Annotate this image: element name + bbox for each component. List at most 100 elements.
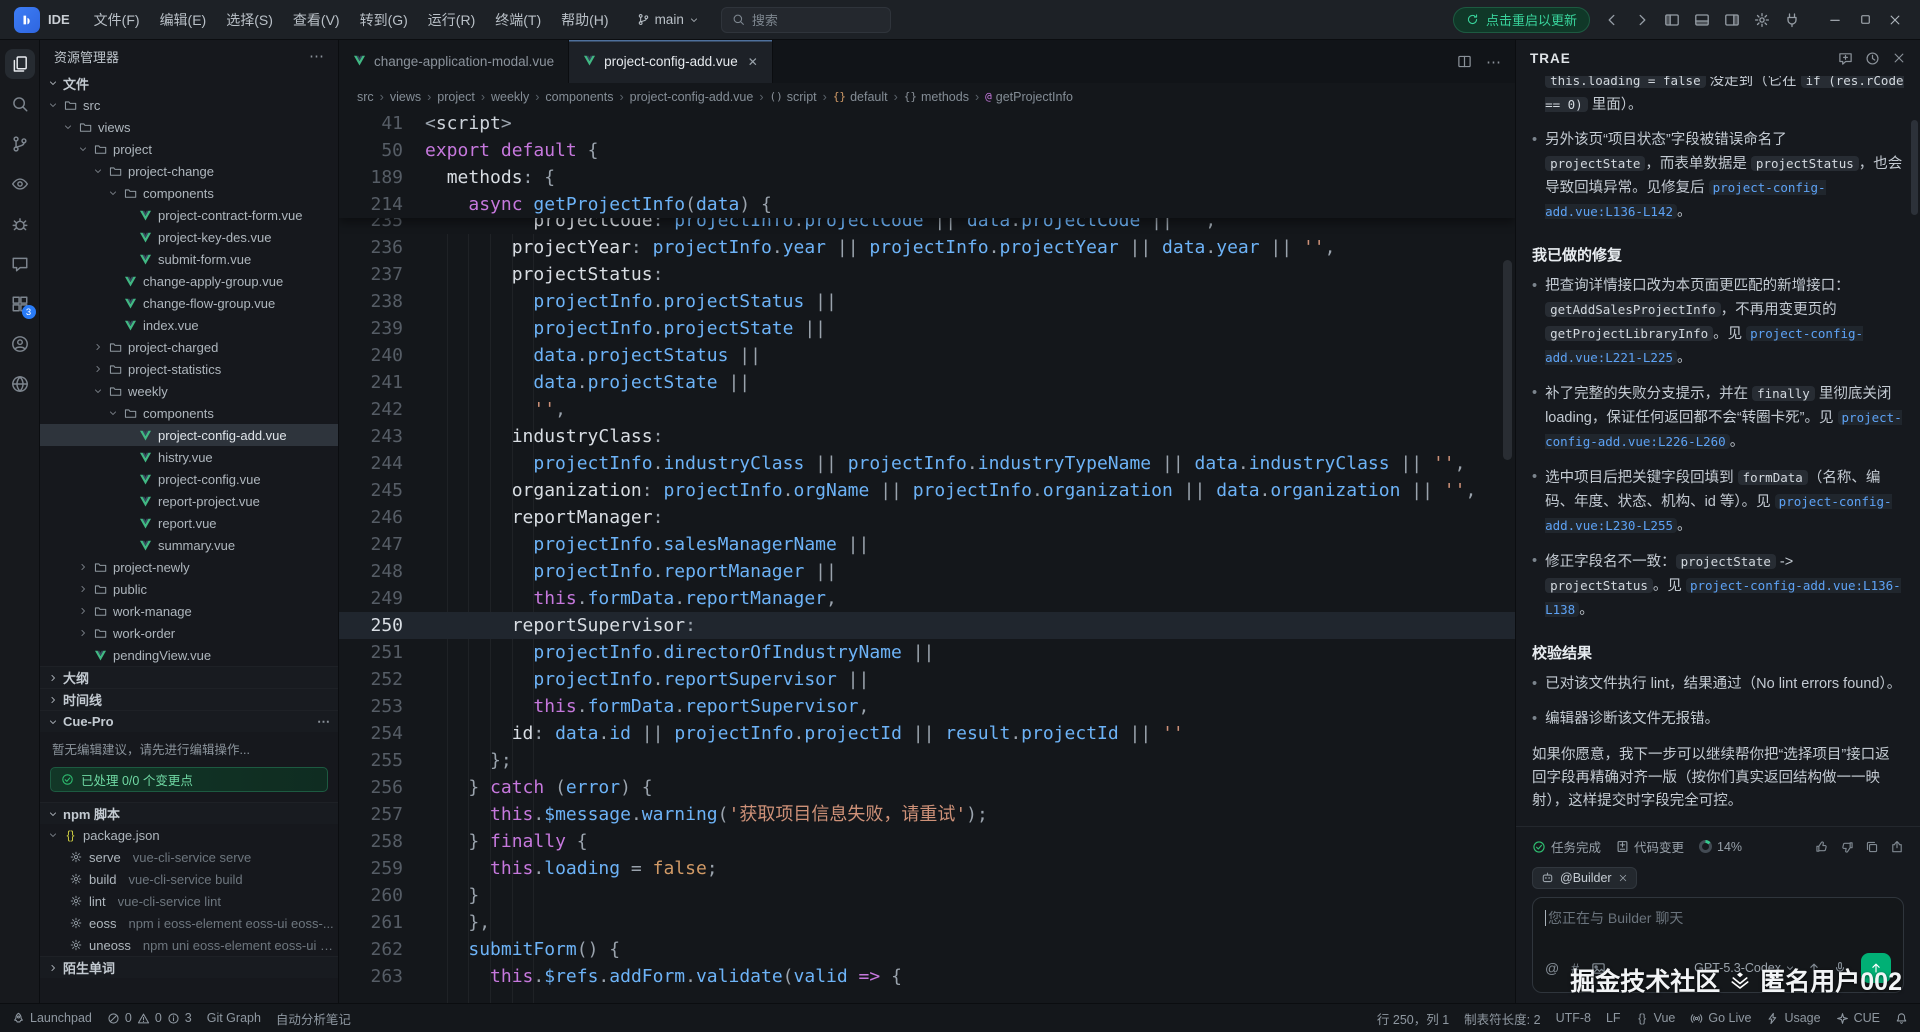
close-window-button[interactable] xyxy=(1880,0,1910,40)
new-chat-icon[interactable] xyxy=(1838,51,1853,66)
cuepro-more-actions-icon[interactable]: ⋯ xyxy=(317,714,330,730)
tree-item-src[interactable]: src xyxy=(40,94,338,116)
activity-item-debug[interactable] xyxy=(0,204,40,244)
code-editor[interactable]: 41<script>50export default {189 methods:… xyxy=(339,110,1515,1003)
git-graph-button[interactable]: Git Graph xyxy=(207,1011,261,1025)
tree-item-change-flow-group.vue[interactable]: change-flow-group.vue xyxy=(40,292,338,314)
sidebar-more-actions-icon[interactable]: ⋯ xyxy=(309,47,324,65)
statusbar-indentation[interactable]: 制表符长度: 2 xyxy=(1464,1009,1540,1028)
close-panel-icon[interactable] xyxy=(1892,51,1906,65)
toggle-sidebar-button[interactable] xyxy=(1664,12,1680,28)
history-icon[interactable] xyxy=(1865,51,1880,66)
tab-more-actions-icon[interactable]: ⋯ xyxy=(1486,53,1501,71)
problems-button[interactable]: 0 0 3 xyxy=(107,1011,192,1025)
tree-item-project-statistics[interactable]: project-statistics xyxy=(40,358,338,380)
breadcrumb-item-src[interactable]: src xyxy=(357,90,374,104)
tree-item-report.vue[interactable]: report.vue xyxy=(40,512,338,534)
code-line-214[interactable]: 214 async getProjectInfo(data) { xyxy=(339,191,1515,218)
code-line-260[interactable]: 260 } xyxy=(339,882,1515,909)
breadcrumb-item-project-config-add.vue[interactable]: project-config-add.vue xyxy=(630,90,754,104)
sticky-scroll-lines[interactable]: 41<script>50export default {189 methods:… xyxy=(339,110,1515,218)
navigate-forward-button[interactable] xyxy=(1634,12,1650,28)
npm-script-build[interactable]: buildvue-cli-service build xyxy=(40,868,338,890)
launchpad-button[interactable]: Launchpad xyxy=(12,1011,92,1025)
breadcrumb-item-methods[interactable]: {}methods xyxy=(904,90,969,104)
breadcrumb-item-getProjectInfo[interactable]: @getProjectInfo xyxy=(985,90,1073,104)
activity-item-preview[interactable] xyxy=(0,164,40,204)
npm-package-json[interactable]: {}package.json xyxy=(40,824,338,846)
code-line-243[interactable]: 243 industryClass: xyxy=(339,423,1515,450)
tree-item-project-config-add.vue[interactable]: project-config-add.vue xyxy=(40,424,338,446)
code-reference-link[interactable]: project-config-add.vue:L230-L255 xyxy=(1545,494,1891,533)
menu-item-3[interactable]: 查看(V) xyxy=(283,5,350,35)
code-line-239[interactable]: 239 projectInfo.projectState || xyxy=(339,315,1515,342)
branch-selector[interactable]: main xyxy=(629,8,707,31)
editor-scrollbar[interactable] xyxy=(1503,260,1512,460)
code-line-240[interactable]: 240 data.projectStatus || xyxy=(339,342,1515,369)
breadcrumb-item-components[interactable]: components xyxy=(545,90,613,104)
section-outline[interactable]: 大纲 xyxy=(40,666,338,688)
mention-icon[interactable]: @ xyxy=(1545,960,1559,976)
code-line-236[interactable]: 236 projectYear: projectInfo.year || pro… xyxy=(339,234,1515,261)
plugin-icon[interactable] xyxy=(1784,12,1800,28)
npm-script-serve[interactable]: servevue-cli-service serve xyxy=(40,846,338,868)
code-line-50[interactable]: 50export default { xyxy=(339,137,1515,164)
code-line-238[interactable]: 238 projectInfo.projectStatus || xyxy=(339,288,1515,315)
section-timeline[interactable]: 时间线 xyxy=(40,688,338,710)
tree-item-project-change[interactable]: project-change xyxy=(40,160,338,182)
section-unknown-words[interactable]: 陌生单词 xyxy=(40,956,338,978)
statusbar-cursor-position[interactable]: 行 250，列 1 xyxy=(1377,1009,1449,1028)
npm-script-uneoss[interactable]: uneossnpm uni eoss-element eoss-ui eoss-… xyxy=(40,934,338,956)
menu-item-6[interactable]: 终端(T) xyxy=(485,5,551,35)
statusbar-language-mode[interactable]: {}Vue xyxy=(1636,1011,1676,1025)
breadcrumb-item-views[interactable]: views xyxy=(390,90,421,104)
section-files[interactable]: 文件 xyxy=(40,72,338,94)
tree-item-project-key-des.vue[interactable]: project-key-des.vue xyxy=(40,226,338,248)
code-line-41[interactable]: 41<script> xyxy=(339,110,1515,137)
tree-item-weekly[interactable]: weekly xyxy=(40,380,338,402)
menu-item-2[interactable]: 选择(S) xyxy=(216,5,283,35)
close-tab-icon[interactable]: ✕ xyxy=(748,55,758,69)
tree-item-views[interactable]: views xyxy=(40,116,338,138)
trae-scrollbar[interactable] xyxy=(1911,120,1918,215)
code-line-245[interactable]: 245 organization: projectInfo.orgName ||… xyxy=(339,477,1515,504)
menu-item-4[interactable]: 转到(G) xyxy=(350,5,418,35)
breadcrumb-item-default[interactable]: {}default xyxy=(833,90,888,104)
settings-gear-icon[interactable] xyxy=(1754,12,1770,28)
activity-item-chat[interactable] xyxy=(0,244,40,284)
export-icon[interactable] xyxy=(1890,840,1904,854)
thumbs-up-icon[interactable] xyxy=(1815,840,1829,854)
activity-item-search[interactable] xyxy=(0,84,40,124)
tree-item-index.vue[interactable]: index.vue xyxy=(40,314,338,336)
statusbar-notifications[interactable] xyxy=(1895,1012,1908,1025)
breadcrumb-item-project[interactable]: project xyxy=(437,90,475,104)
code-line-251[interactable]: 251 projectInfo.directorOfIndustryName |… xyxy=(339,639,1515,666)
code-line-249[interactable]: 249 this.formData.reportManager, xyxy=(339,585,1515,612)
tree-item-project-config.vue[interactable]: project-config.vue xyxy=(40,468,338,490)
tree-item-project-charged[interactable]: project-charged xyxy=(40,336,338,358)
code-line-237[interactable]: 237 projectStatus: xyxy=(339,261,1515,288)
code-line-262[interactable]: 262 submitForm() { xyxy=(339,936,1515,963)
tree-item-summary.vue[interactable]: summary.vue xyxy=(40,534,338,556)
code-line-247[interactable]: 247 projectInfo.salesManagerName || xyxy=(339,531,1515,558)
tree-item-work-order[interactable]: work-order xyxy=(40,622,338,644)
npm-script-eoss[interactable]: eossnpm i eoss-element eoss-ui eoss-... xyxy=(40,912,338,934)
activity-item-account[interactable] xyxy=(0,324,40,364)
thumbs-down-icon[interactable] xyxy=(1840,840,1854,854)
tab-project-config-add.vue[interactable]: project-config-add.vue✕ xyxy=(569,40,773,83)
code-changes-button[interactable]: 代码变更 xyxy=(1616,837,1684,856)
statusbar-go-live[interactable]: Go Live xyxy=(1690,1011,1751,1025)
activity-item-remote[interactable] xyxy=(0,364,40,404)
clipped-code-line[interactable]: 235 projectCode: projectInfo.projectCode… xyxy=(339,218,1515,234)
copy-icon[interactable] xyxy=(1865,840,1879,854)
activity-item-extensions[interactable]: 3 xyxy=(0,284,40,324)
code-line-261[interactable]: 261 }, xyxy=(339,909,1515,936)
remove-chip-icon[interactable] xyxy=(1618,873,1628,883)
tree-item-components[interactable]: components xyxy=(40,402,338,424)
section-npm-scripts[interactable]: npm 脚本 xyxy=(40,802,338,824)
tree-item-project[interactable]: project xyxy=(40,138,338,160)
code-line-241[interactable]: 241 data.projectState || xyxy=(339,369,1515,396)
code-reference-link[interactable]: project-config-add.vue:L226-L260 xyxy=(1545,410,1902,449)
toggle-secondary-sidebar-button[interactable] xyxy=(1724,12,1740,28)
maximize-button[interactable] xyxy=(1850,0,1880,40)
